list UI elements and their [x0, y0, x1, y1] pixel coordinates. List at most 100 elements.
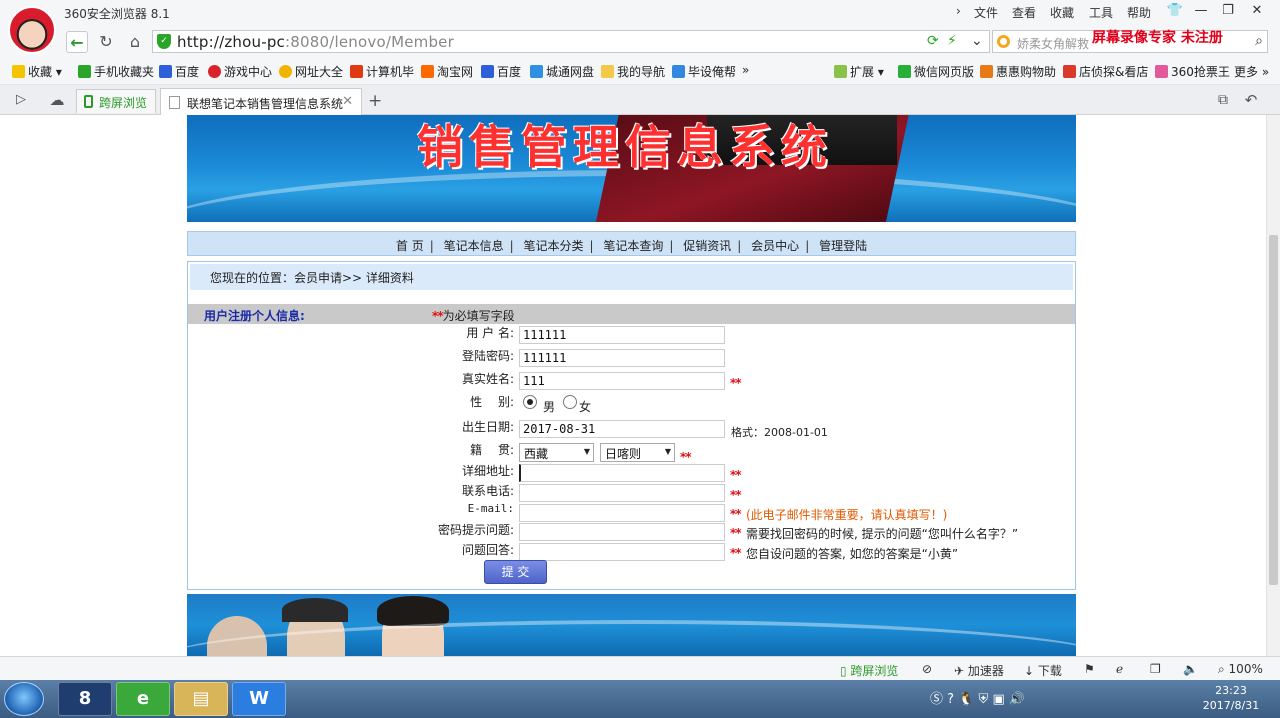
tab-active[interactable]: 联想笔记本销售管理信息系统 ✕: [160, 88, 362, 115]
bookmark-game-center[interactable]: 游戏中心: [208, 63, 272, 80]
bookmark-huihui[interactable]: 惠惠购物助: [980, 63, 1056, 80]
bookmark-taobao[interactable]: 淘宝网: [421, 63, 473, 80]
bookmark-mobile[interactable]: 手机收藏夹: [78, 63, 154, 80]
menu-file[interactable]: 文件: [974, 4, 998, 21]
submit-button[interactable]: 提 交: [484, 560, 547, 584]
refresh-button[interactable]: ↻: [95, 31, 117, 53]
tab-close-icon[interactable]: ✕: [342, 94, 353, 109]
bookmark-url-hub[interactable]: 网址大全: [279, 63, 343, 80]
status-flag-icon[interactable]: ⚑: [1084, 662, 1095, 676]
nav-home[interactable]: 首 页: [396, 239, 424, 253]
status-zoom[interactable]: ⌕ 100%: [1218, 662, 1263, 677]
email-field[interactable]: [519, 504, 725, 522]
menu-favorites[interactable]: 收藏: [1050, 4, 1074, 21]
status-accelerator[interactable]: ✈ 加速器: [954, 662, 1004, 679]
folder-icon: [601, 65, 614, 78]
tray-network-icon[interactable]: ▣: [992, 692, 1004, 707]
tray-s-icon[interactable]: Ⓢ: [930, 692, 943, 707]
status-ie-icon[interactable]: ℯ: [1116, 662, 1123, 676]
question-field[interactable]: [519, 523, 725, 541]
user-avatar[interactable]: [8, 6, 56, 54]
province-select[interactable]: 西藏: [519, 443, 594, 462]
tab-cross-screen[interactable]: 跨屏浏览: [76, 89, 156, 113]
more-bookmarks-chevron-icon[interactable]: »: [742, 63, 749, 77]
bookmark-more[interactable]: 更多 »: [1234, 63, 1269, 80]
gender-female-radio[interactable]: [563, 395, 577, 409]
search-input[interactable]: 娇柔女角解救: [1017, 35, 1089, 52]
cloud-icon[interactable]: ☁: [46, 89, 68, 111]
home-button[interactable]: ⌂: [124, 31, 146, 53]
dropdown-chevron-icon[interactable]: ⌄: [971, 33, 983, 49]
status-cross-screen[interactable]: ▯ 跨屏浏览: [840, 662, 898, 679]
undo-close-icon[interactable]: ↶: [1240, 89, 1262, 111]
taskbar-browser-icon[interactable]: e: [116, 682, 170, 716]
taskbar-app-8-icon[interactable]: 8: [58, 682, 112, 716]
bookmark-extensions[interactable]: 扩展 ▾: [834, 63, 884, 80]
bookmark-ticket[interactable]: 360抢票王: [1155, 63, 1230, 80]
sidebar-toggle-icon[interactable]: ▷: [10, 89, 32, 111]
app-title: 360安全浏览器 8.1: [64, 7, 170, 21]
answer-field[interactable]: [519, 543, 725, 561]
close-button[interactable]: ✕: [1246, 3, 1268, 21]
bookmark-baidu[interactable]: 百度: [159, 63, 199, 80]
bookmark-favorites[interactable]: 收藏 ▾: [12, 63, 62, 80]
gender-male-radio[interactable]: [523, 395, 537, 409]
status-download[interactable]: ↓ 下载: [1024, 662, 1062, 679]
nav-notebook-category[interactable]: 笔记本分类: [524, 239, 584, 253]
username-field[interactable]: 111111: [519, 326, 725, 344]
tray-qq-icon[interactable]: 🐧: [958, 692, 974, 707]
status-tools-icon[interactable]: ⊘: [922, 662, 932, 676]
bookmark-my-nav[interactable]: 我的导航: [601, 63, 665, 80]
minimize-button[interactable]: —: [1190, 3, 1212, 21]
nav-notebook-search[interactable]: 笔记本查询: [603, 239, 663, 253]
maximize-button[interactable]: ❐: [1217, 3, 1239, 21]
address-bar[interactable]: ✓ http://zhou-pc:8080/lenovo/Member ⟳ ⚡ …: [152, 30, 990, 53]
password-field[interactable]: 111111: [519, 349, 725, 367]
menu-tools[interactable]: 工具: [1089, 4, 1113, 21]
city-select[interactable]: 日喀则: [600, 443, 675, 462]
phone-field[interactable]: [519, 484, 725, 502]
site-nav: 首 页 | 笔记本信息 | 笔记本分类 | 笔记本查询 | 促销资讯 | 会员中心 | 管理…: [187, 231, 1076, 256]
tray-help-icon[interactable]: ?: [947, 692, 954, 707]
bookmark-wechat[interactable]: 微信网页版: [898, 63, 974, 80]
menu-help[interactable]: 帮助: [1127, 4, 1151, 21]
taobao-icon: [421, 65, 434, 78]
search-engine-logo-icon[interactable]: [997, 35, 1010, 48]
username-label: 用 户 名:: [466, 326, 514, 340]
system-tray[interactable]: Ⓢ ? 🐧 ⛨ ▣ 🔊: [930, 688, 1025, 707]
address-field[interactable]: [519, 464, 725, 482]
bookmark-dianzhentan[interactable]: 店侦探&看店: [1063, 63, 1148, 80]
taskbar-word-icon[interactable]: W: [232, 682, 286, 716]
bookmark-computer[interactable]: 计算机毕: [350, 63, 414, 80]
chevron-right-icon[interactable]: ›: [956, 4, 961, 18]
reload-green-icon[interactable]: ⟳: [927, 33, 939, 49]
bookmark-thesis[interactable]: 毕设俺帮: [672, 63, 736, 80]
baidu-icon: [159, 65, 172, 78]
start-button[interactable]: [4, 682, 44, 716]
realname-field[interactable]: 111: [519, 372, 725, 390]
restore-tabs-icon[interactable]: ⧉: [1212, 89, 1234, 111]
compat-mode-icon[interactable]: ⚡: [947, 33, 957, 49]
menu-view[interactable]: 查看: [1012, 4, 1036, 21]
nav-promotions[interactable]: 促销资讯: [683, 239, 731, 253]
status-volume-icon[interactable]: 🔈: [1183, 662, 1198, 676]
bookmark-ctdisk[interactable]: 城通网盘: [530, 63, 594, 80]
taskbar-folder-icon[interactable]: ▤: [174, 682, 228, 716]
taskbar-clock[interactable]: 23:23 2017/8/31: [1198, 683, 1264, 713]
skin-icon[interactable]: 👕: [1164, 3, 1186, 21]
birthday-field[interactable]: 2017-08-31: [519, 420, 725, 438]
page-scrollbar[interactable]: [1266, 115, 1280, 656]
url-text[interactable]: http://zhou-pc:8080/lenovo/Member: [177, 33, 454, 51]
back-button[interactable]: ←: [66, 31, 88, 53]
scroll-thumb[interactable]: [1269, 235, 1278, 585]
nav-member-center[interactable]: 会员中心: [751, 239, 799, 253]
tray-volume-icon[interactable]: 🔊: [1009, 692, 1025, 707]
nav-notebook-info[interactable]: 笔记本信息: [444, 239, 504, 253]
tray-shield-icon[interactable]: ⛨: [979, 692, 989, 707]
required-mark: **: [730, 507, 742, 521]
nav-admin-login[interactable]: 管理登陆: [819, 239, 867, 253]
status-window-icon[interactable]: ❐: [1150, 662, 1161, 676]
search-icon[interactable]: ⌕: [1255, 33, 1263, 49]
new-tab-button[interactable]: +: [368, 91, 382, 111]
bookmark-baidu-2[interactable]: 百度: [481, 63, 521, 80]
